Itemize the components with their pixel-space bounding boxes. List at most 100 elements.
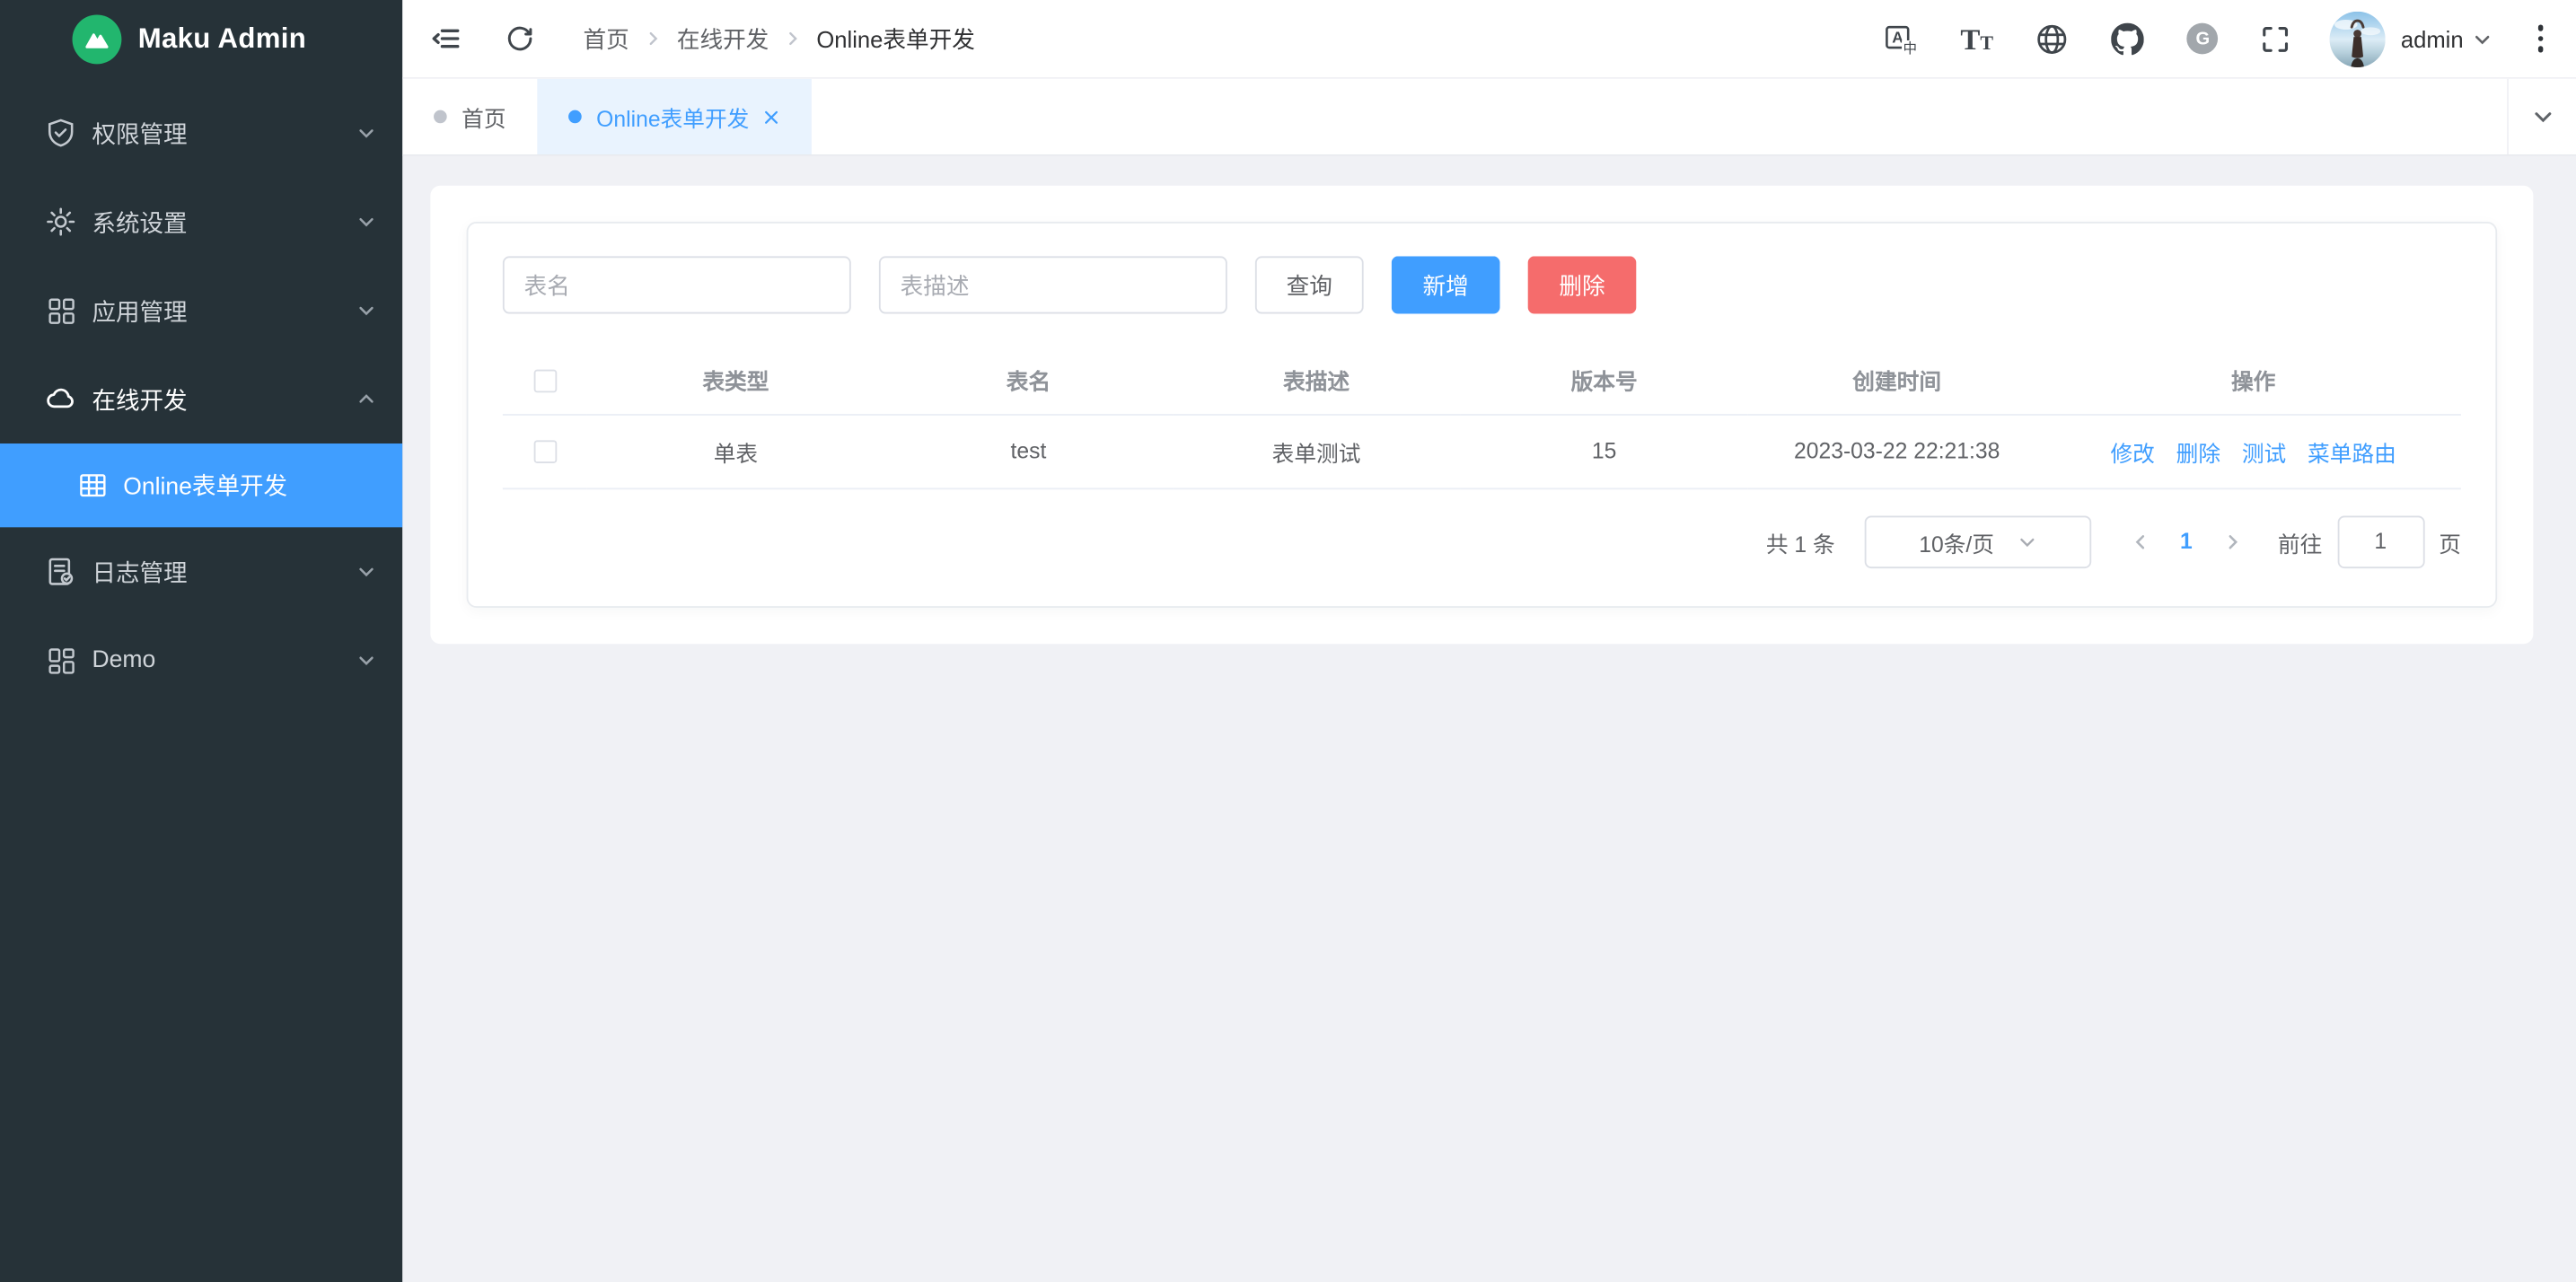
chevron-down-icon xyxy=(356,651,376,671)
sidebar-item-permissions[interactable]: 权限管理 xyxy=(0,89,402,178)
chevron-right-icon xyxy=(784,30,802,48)
page-content: 查询 新增 删除 表类型 表名 xyxy=(402,156,2576,1282)
cell-table-desc: 表单测试 xyxy=(1173,414,1461,487)
page-unit-label: 页 xyxy=(2439,525,2461,558)
sidebar-menu: 权限管理 系统设置 应用管理 xyxy=(0,89,402,705)
test-link[interactable]: 测试 xyxy=(2242,435,2286,468)
tab-label: Online表单开发 xyxy=(596,101,749,134)
add-button[interactable]: 新增 xyxy=(1392,256,1500,313)
column-header: 创建时间 xyxy=(1748,347,2045,414)
refresh-icon[interactable] xyxy=(506,24,534,52)
main-area: 首页 在线开发 Online表单开发 A中 TT xyxy=(402,0,2576,1282)
chevron-down-icon xyxy=(356,301,376,320)
chevron-right-icon xyxy=(644,30,662,48)
sidebar-item-online-form-dev[interactable]: Online表单开发 xyxy=(0,443,402,527)
chevron-up-icon xyxy=(356,390,376,409)
next-page-button[interactable] xyxy=(2222,531,2242,551)
sidebar-item-log-management[interactable]: 日志管理 xyxy=(0,527,402,616)
header-checkbox-cell xyxy=(503,347,587,414)
tab-online-form-dev[interactable]: Online表单开发 xyxy=(537,79,812,154)
page-size-value: 10条/页 xyxy=(1919,525,1994,558)
breadcrumb-home[interactable]: 首页 xyxy=(584,22,629,56)
tab-home[interactable]: 首页 xyxy=(402,79,537,154)
cell-table-type: 单表 xyxy=(587,414,884,487)
sidebar-item-system-settings[interactable]: 系统设置 xyxy=(0,178,402,267)
tab-dot-icon xyxy=(568,110,582,124)
logo[interactable]: Maku Admin xyxy=(0,0,402,79)
row-actions: 修改 删除 测试 菜单路由 xyxy=(2045,435,2460,468)
page-number-button[interactable]: 1 xyxy=(2180,529,2193,553)
sidebar-item-label: 权限管理 xyxy=(92,116,356,150)
chevron-down-icon xyxy=(356,562,376,582)
viewport: Maku Admin 权限管理 系统设置 xyxy=(0,0,2576,1282)
close-icon[interactable] xyxy=(762,108,780,126)
row-checkbox[interactable] xyxy=(533,441,557,464)
tab-dot-icon xyxy=(434,110,447,124)
breadcrumb: 首页 在线开发 Online表单开发 xyxy=(584,22,975,56)
cell-version: 15 xyxy=(1460,414,1748,487)
cell-table-name: test xyxy=(884,414,1173,487)
font-size-icon[interactable]: TT xyxy=(1960,24,1993,54)
sidebar: Maku Admin 权限管理 系统设置 xyxy=(0,0,402,1282)
sidebar-item-label: Online表单开发 xyxy=(123,468,287,502)
table-header-row: 表类型 表名 表描述 版本号 创建时间 操作 xyxy=(503,347,2461,414)
edit-link[interactable]: 修改 xyxy=(2110,435,2154,468)
content-panel: 查询 新增 删除 表类型 表名 xyxy=(430,186,2533,644)
table-icon xyxy=(79,471,107,499)
select-all-checkbox[interactable] xyxy=(533,370,557,393)
column-header: 版本号 xyxy=(1460,347,1748,414)
delete-link[interactable]: 删除 xyxy=(2176,435,2220,468)
prev-page-button[interactable] xyxy=(2131,531,2150,551)
avatar[interactable] xyxy=(2330,11,2386,66)
username-label[interactable]: admin xyxy=(2401,25,2464,51)
tabs-dropdown-button[interactable] xyxy=(2507,79,2576,154)
log-document-icon xyxy=(46,557,75,586)
sidebar-item-label: 应用管理 xyxy=(92,294,356,328)
data-table: 表类型 表名 表描述 版本号 创建时间 操作 单表 xyxy=(503,347,2461,488)
chevron-down-icon xyxy=(356,212,376,232)
page-size-select[interactable]: 10条/页 xyxy=(1865,515,2091,568)
fullscreen-icon[interactable] xyxy=(2261,24,2290,54)
column-header: 表名 xyxy=(884,347,1173,414)
column-header: 操作 xyxy=(2045,347,2460,414)
table-row: 单表 test 表单测试 15 2023-03-22 22:21:38 修改 删… xyxy=(503,414,2461,487)
cell-actions: 修改 删除 测试 菜单路由 xyxy=(2045,414,2460,487)
query-button[interactable]: 查询 xyxy=(1255,256,1364,313)
sidebar-item-label: Demo xyxy=(92,647,356,673)
collapse-sidebar-icon[interactable] xyxy=(430,23,462,55)
globe-icon[interactable] xyxy=(2036,22,2070,56)
shield-check-icon xyxy=(46,119,75,148)
gitee-icon[interactable]: G xyxy=(2187,23,2219,55)
table-desc-input[interactable] xyxy=(879,256,1227,313)
menu-route-link[interactable]: 菜单路由 xyxy=(2308,435,2396,468)
app-title: Maku Admin xyxy=(138,23,306,57)
header-actions: A中 TT G xyxy=(1885,22,2290,56)
sidebar-item-demo[interactable]: Demo xyxy=(0,616,402,705)
translate-icon[interactable]: A中 xyxy=(1885,22,1918,56)
column-header: 表描述 xyxy=(1173,347,1461,414)
delete-button[interactable]: 删除 xyxy=(1528,256,1637,313)
chevron-down-icon xyxy=(356,123,376,143)
cloud-icon xyxy=(46,384,75,414)
svg-text:中: 中 xyxy=(1903,40,1918,55)
goto-page-input[interactable] xyxy=(2337,515,2424,568)
tab-bar: 首页 Online表单开发 xyxy=(402,79,2576,156)
table-name-input[interactable] xyxy=(503,256,851,313)
chevron-down-icon[interactable] xyxy=(2472,29,2492,48)
top-header: 首页 在线开发 Online表单开发 A中 TT xyxy=(402,0,2576,79)
sidebar-item-app-management[interactable]: 应用管理 xyxy=(0,266,402,355)
sidebar-item-label: 在线开发 xyxy=(92,382,356,416)
github-icon[interactable] xyxy=(2112,22,2145,56)
query-card: 查询 新增 删除 表类型 表名 xyxy=(467,222,2498,608)
breadcrumb-current: Online表单开发 xyxy=(816,22,975,56)
tab-label: 首页 xyxy=(462,101,506,134)
filter-bar: 查询 新增 删除 xyxy=(503,256,2461,313)
app-shell: Maku Admin 权限管理 系统设置 xyxy=(0,0,2576,1282)
cell-created: 2023-03-22 22:21:38 xyxy=(1748,414,2045,487)
pagination: 共 1 条 10条/页 1 xyxy=(503,515,2461,568)
sidebar-item-online-dev[interactable]: 在线开发 xyxy=(0,355,402,443)
row-checkbox-cell xyxy=(503,414,587,487)
breadcrumb-online-dev[interactable]: 在线开发 xyxy=(677,22,769,56)
column-header: 表类型 xyxy=(587,347,884,414)
kebab-menu-icon[interactable] xyxy=(2534,19,2546,59)
